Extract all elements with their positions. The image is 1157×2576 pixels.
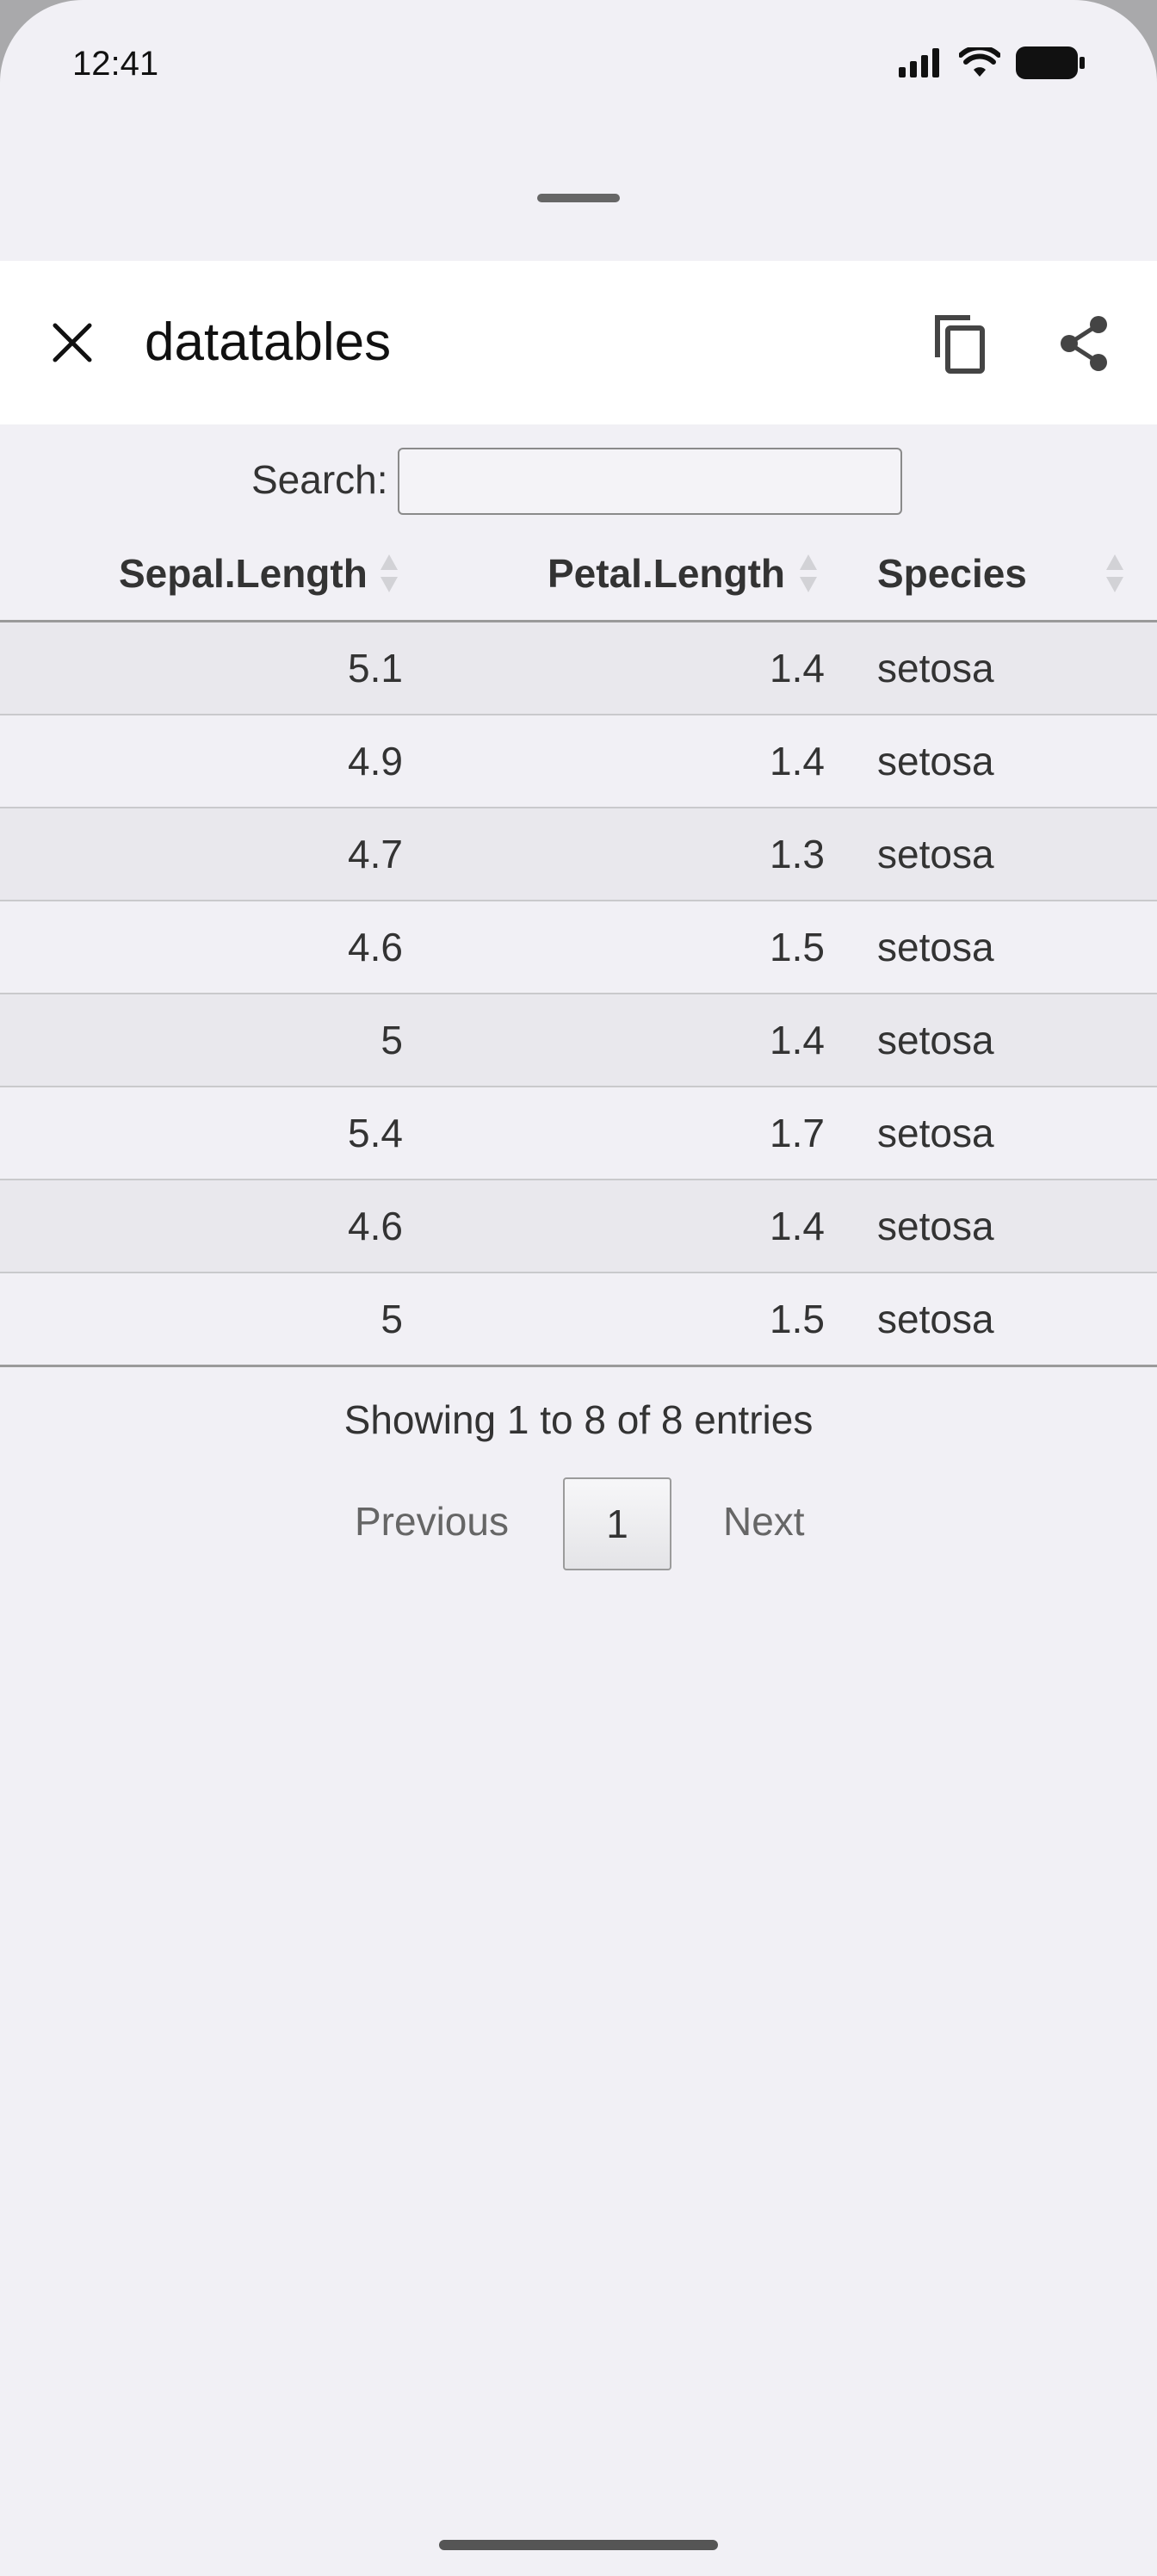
page-1-button[interactable]: 1 <box>563 1477 671 1570</box>
sort-icon[interactable] <box>1105 551 1124 596</box>
cell-petal-length: 1.5 <box>770 1297 825 1341</box>
home-indicator[interactable] <box>439 2540 718 2550</box>
wifi-icon <box>959 47 1000 77</box>
cell-petal-length: 1.4 <box>770 646 825 690</box>
search-input[interactable] <box>398 448 902 515</box>
pagination: Previous 1 Next <box>0 1477 1157 1572</box>
cell-species: setosa <box>877 1297 994 1341</box>
page-title: datatables <box>145 313 392 372</box>
cell-species: setosa <box>877 1204 994 1248</box>
battery-icon <box>1016 46 1085 79</box>
cell-sepal-length: 5 <box>381 1018 403 1062</box>
share-button[interactable] <box>1050 307 1119 380</box>
signal-icon <box>899 48 939 77</box>
table-header: Sepal.Length Petal.Length Species <box>0 527 1157 622</box>
close-button[interactable] <box>41 306 103 380</box>
status-icons <box>899 46 1085 79</box>
search-label: Search: <box>251 457 388 502</box>
copy-icon <box>935 315 985 374</box>
status-bar: 12:41 <box>0 0 1157 129</box>
cell-sepal-length: 5 <box>381 1297 403 1341</box>
app-screen: 12:41 datatables Search: Sepal.Length Pe… <box>0 0 1157 2576</box>
header-petal-length[interactable]: Petal.Length <box>548 527 785 620</box>
cell-sepal-length: 4.9 <box>348 739 403 783</box>
cell-species: setosa <box>877 925 994 969</box>
cell-sepal-length: 4.6 <box>348 925 403 969</box>
table-info: Showing 1 to 8 of 8 entries <box>343 1397 814 1442</box>
table-row: 4.7 1.3 setosa <box>0 808 1157 901</box>
cell-sepal-length: 4.7 <box>348 832 403 876</box>
share-icon <box>1061 316 1107 371</box>
table-row: 4.9 1.4 setosa <box>0 715 1157 808</box>
sort-icon[interactable] <box>799 551 818 596</box>
cell-species: setosa <box>877 832 994 876</box>
cell-species: setosa <box>877 646 994 690</box>
data-table: Sepal.Length Petal.Length Species 5.1 1.… <box>0 527 1157 1367</box>
cell-petal-length: 1.7 <box>770 1111 825 1155</box>
cell-species: setosa <box>877 1018 994 1062</box>
sort-icon[interactable] <box>380 551 399 596</box>
copy-button[interactable] <box>925 307 994 380</box>
cell-sepal-length: 4.6 <box>348 1204 403 1248</box>
table-row: 5.4 1.7 setosa <box>0 1087 1157 1180</box>
table-row: 5.1 1.4 setosa <box>0 622 1157 715</box>
header-sepal-length[interactable]: Sepal.Length <box>119 527 368 620</box>
header-species[interactable]: Species <box>877 527 1027 620</box>
cell-petal-length: 1.4 <box>770 1018 825 1062</box>
cell-petal-length: 1.3 <box>770 832 825 876</box>
cell-petal-length: 1.4 <box>770 1204 825 1248</box>
sheet-drag-handle[interactable] <box>537 194 620 202</box>
table-row: 4.6 1.5 setosa <box>0 901 1157 994</box>
table-row: 5 1.4 setosa <box>0 994 1157 1087</box>
table-row: 5 1.5 setosa <box>0 1273 1157 1367</box>
cell-petal-length: 1.4 <box>770 739 825 783</box>
status-time: 12:41 <box>72 45 159 83</box>
next-button[interactable]: Next <box>723 1498 805 1545</box>
previous-button[interactable]: Previous <box>355 1498 509 1545</box>
cell-sepal-length: 5.1 <box>348 646 403 690</box>
table-row: 4.6 1.4 setosa <box>0 1180 1157 1273</box>
cell-species: setosa <box>877 1111 994 1155</box>
cell-sepal-length: 5.4 <box>348 1111 403 1155</box>
cell-species: setosa <box>877 739 994 783</box>
close-icon <box>53 323 92 362</box>
cell-petal-length: 1.5 <box>770 925 825 969</box>
